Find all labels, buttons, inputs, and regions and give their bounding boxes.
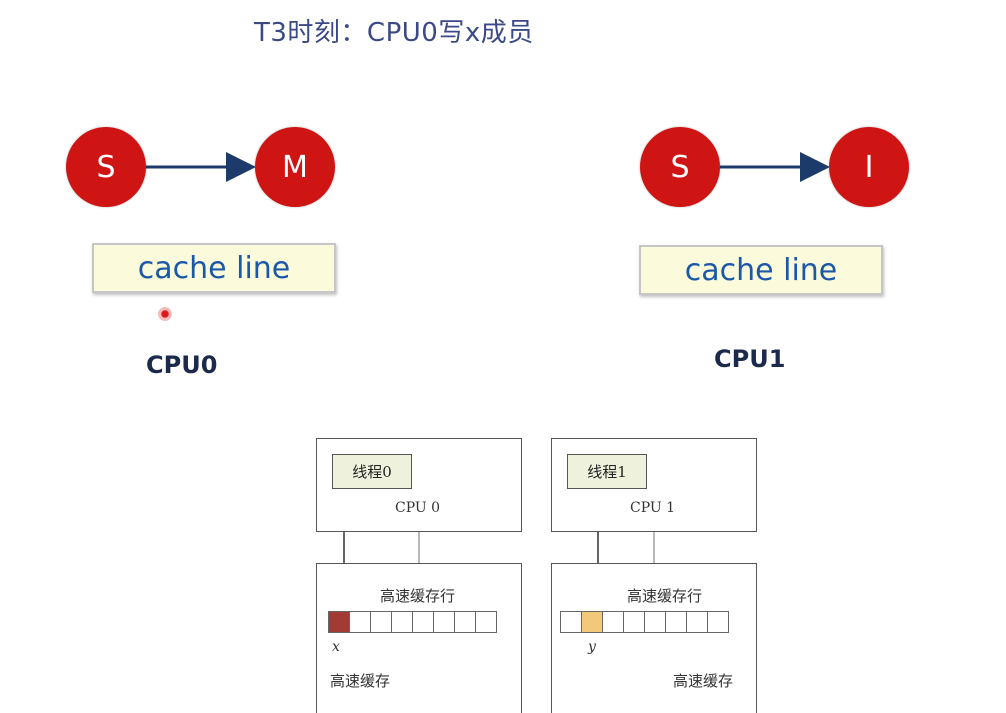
cache0-line-label: 高速缓存行 (380, 587, 456, 605)
cache0-cell (412, 611, 434, 633)
thread1-box: 线程1 (567, 454, 647, 489)
cache1-cell (665, 611, 687, 633)
cache1-cell (707, 611, 729, 633)
cache0-cell (433, 611, 455, 633)
cache0-cell (370, 611, 392, 633)
cache0-cell (391, 611, 413, 633)
cache1-cell (686, 611, 708, 633)
cache0-cells (328, 611, 497, 633)
cpu1-box-label: CPU 1 (630, 500, 676, 516)
cache0-cell (454, 611, 476, 633)
cache1-line-label: 高速缓存行 (627, 587, 703, 605)
cache0-var-label: x (332, 639, 340, 655)
cache1-cell (602, 611, 624, 633)
cache1-var-label: y (588, 639, 596, 655)
cache1-cell (560, 611, 582, 633)
cache0-label: 高速缓存 (330, 672, 391, 690)
cache0-cell (349, 611, 371, 633)
cache1-cell (644, 611, 666, 633)
cache0-cell-x (328, 611, 350, 633)
cache1-cell-y (581, 611, 603, 633)
cache1-cell (623, 611, 645, 633)
cache1-label: 高速缓存 (673, 672, 734, 690)
cpu0-box-label: CPU 0 (395, 500, 441, 516)
cache1-cells (560, 611, 729, 633)
thread0-box: 线程0 (332, 454, 412, 489)
cache0-cell (475, 611, 497, 633)
